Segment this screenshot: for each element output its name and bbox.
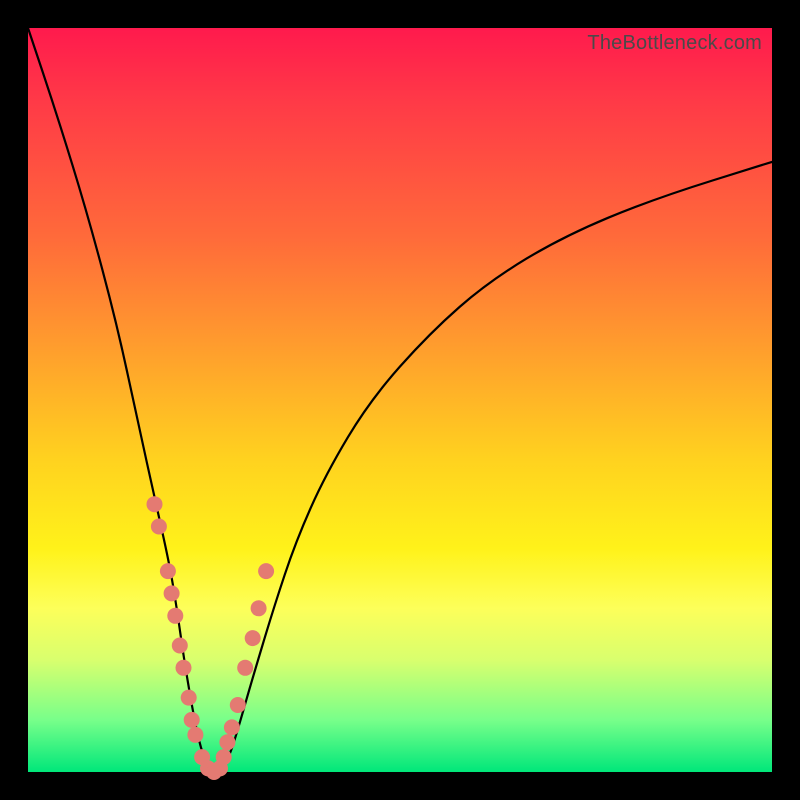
data-point [151, 519, 167, 535]
data-point [251, 600, 267, 616]
plot-area: TheBottleneck.com [28, 28, 772, 772]
data-point [181, 690, 197, 706]
data-point [160, 563, 176, 579]
data-point [230, 697, 246, 713]
data-point [164, 585, 180, 601]
data-point [167, 608, 183, 624]
data-point [245, 630, 261, 646]
data-point [187, 727, 203, 743]
data-point [147, 496, 163, 512]
bottleneck-curve [28, 28, 772, 772]
data-point [219, 734, 235, 750]
data-point [172, 638, 188, 654]
data-point [216, 749, 232, 765]
data-point [237, 660, 253, 676]
data-point [184, 712, 200, 728]
chart-frame: TheBottleneck.com [0, 0, 800, 800]
data-point [224, 719, 240, 735]
data-point [258, 563, 274, 579]
data-point [176, 660, 192, 676]
